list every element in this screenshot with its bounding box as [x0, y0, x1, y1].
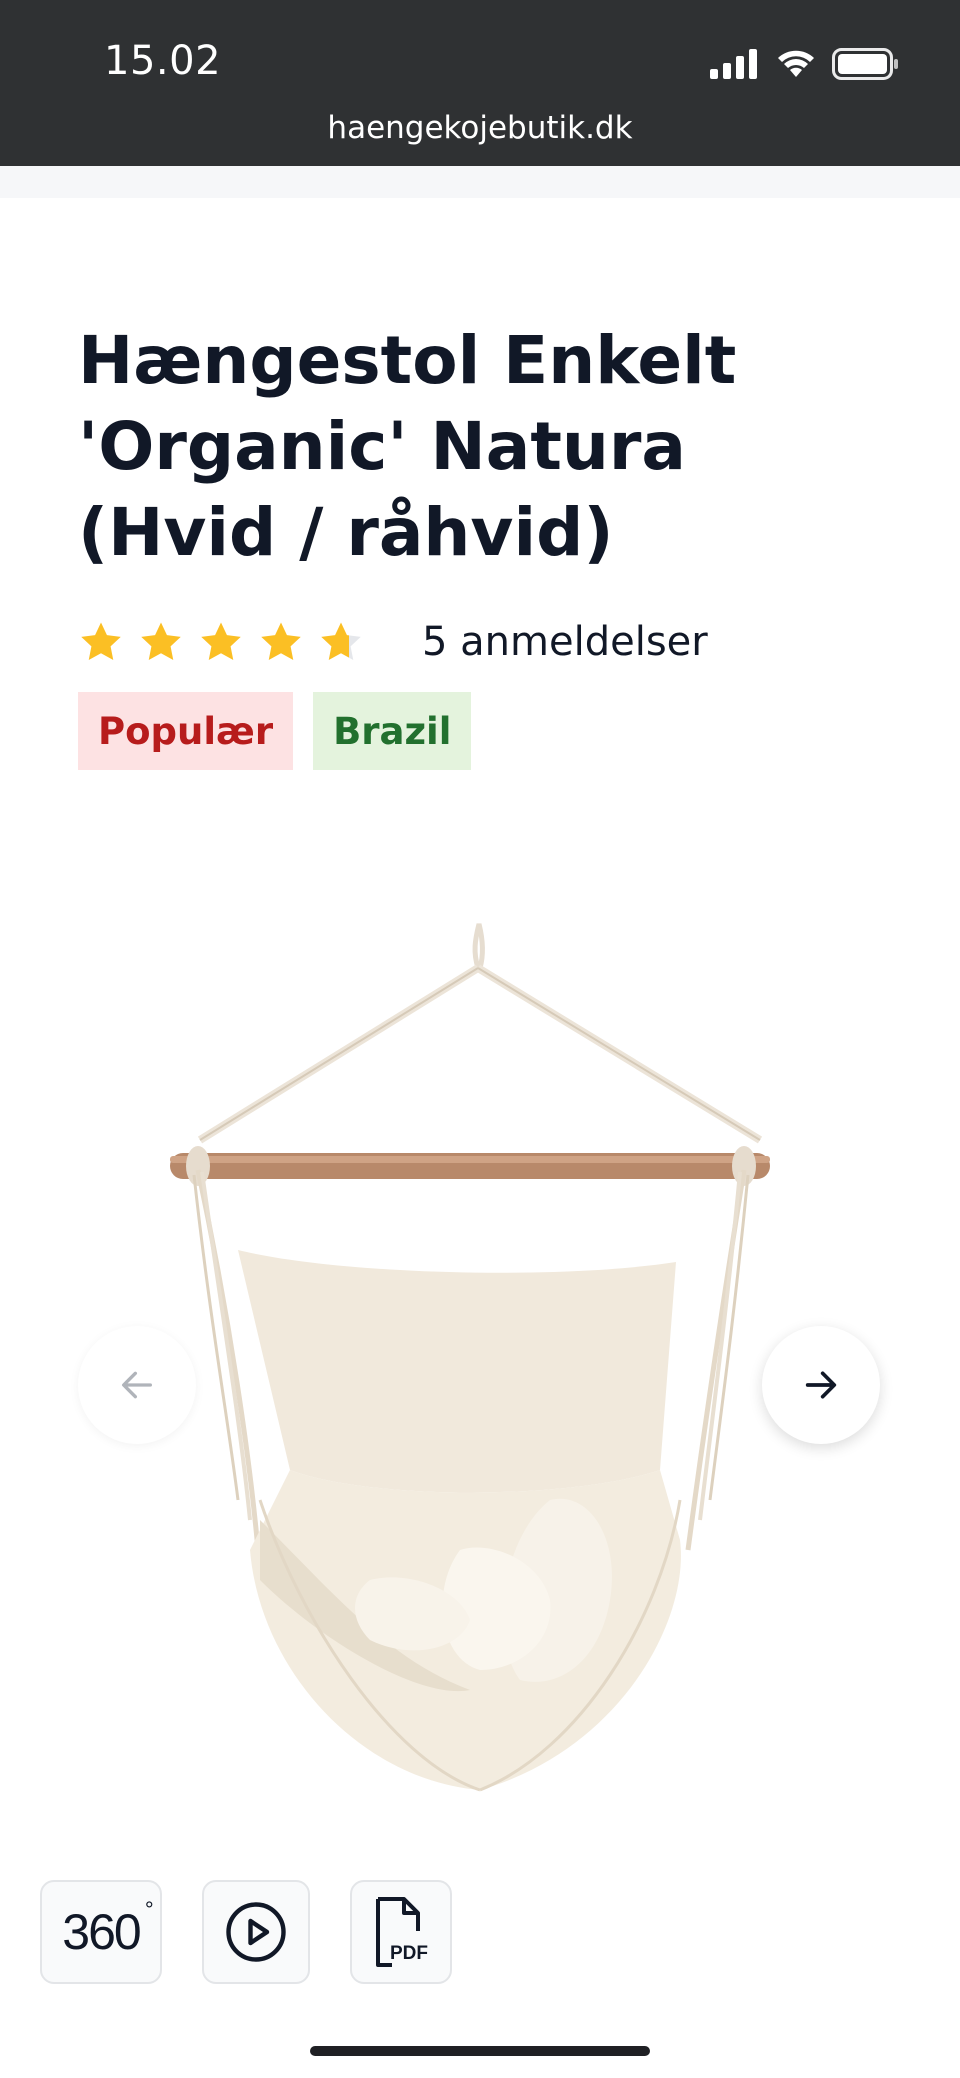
pdf-label: PDF [390, 1943, 428, 1964]
cellular-signal-icon [710, 49, 757, 79]
media-options: 360 ° PDF [40, 1880, 452, 1984]
badge-popular: Populær [78, 692, 294, 770]
status-bar: 15.02 haengekojebutik.dk [0, 0, 960, 166]
star-icon [201, 622, 241, 661]
arrow-right-icon [805, 1371, 837, 1399]
arrow-left-icon [122, 1371, 152, 1399]
play-icon [226, 1902, 286, 1962]
battery-icon [832, 48, 898, 80]
view-360-button[interactable]: 360 ° [40, 1880, 162, 1984]
product-title: Hængestol Enkelt 'Organic' Natura (Hvid … [78, 322, 737, 571]
status-time: 15.02 [104, 38, 222, 84]
status-icons [710, 46, 900, 82]
url-bar[interactable]: haengekojebutik.dk [0, 110, 960, 146]
wifi-icon [778, 50, 814, 77]
product-image[interactable] [140, 900, 820, 1800]
star-icon [81, 622, 121, 661]
image-carousel [0, 900, 960, 1800]
star-rating [78, 619, 364, 665]
view-360-label: 360 [62, 1904, 141, 1960]
video-button[interactable] [202, 1880, 310, 1984]
star-half-icon [321, 622, 361, 661]
pdf-button[interactable]: PDF [350, 1880, 452, 1984]
view-360-icon: 360 ° [62, 1897, 153, 1960]
carousel-prev-button[interactable] [78, 1326, 196, 1444]
page-top-strip [0, 166, 960, 198]
rating-row: 5 anmeldelser [78, 612, 708, 672]
star-icon [261, 622, 301, 661]
star-icon [141, 622, 181, 661]
home-indicator [310, 2046, 650, 2056]
badges: Populær Brazil [78, 692, 472, 770]
carousel-next-button[interactable] [762, 1326, 880, 1444]
badge-origin: Brazil [313, 692, 472, 770]
pdf-icon: PDF [376, 1897, 428, 1967]
reviews-link[interactable]: 5 anmeldelser [422, 619, 708, 665]
